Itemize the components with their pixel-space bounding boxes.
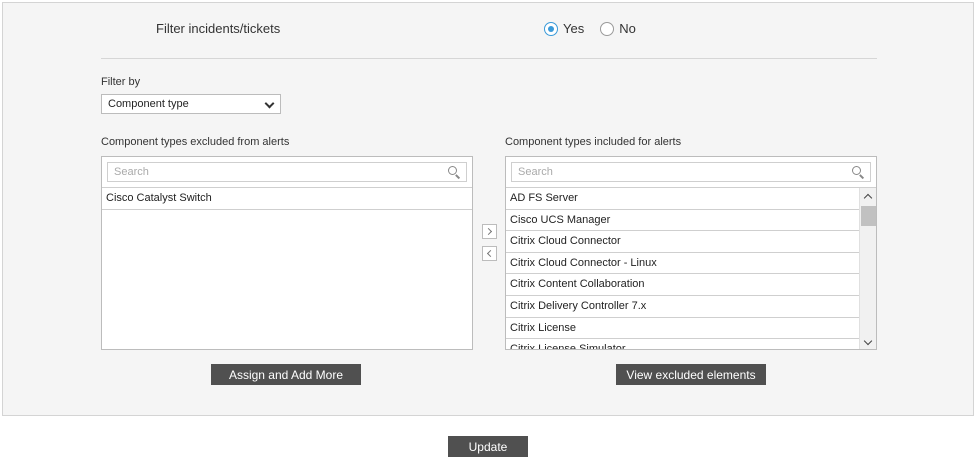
included-items: AD FS Server Cisco UCS Manager Citrix Cl…	[506, 188, 860, 349]
excluded-search-wrap	[102, 157, 472, 188]
filter-by-selected-value: Component type	[108, 98, 189, 110]
radio-yes-label[interactable]: Yes	[563, 21, 584, 36]
included-scrollbar[interactable]	[859, 188, 876, 349]
chevron-right-icon	[484, 227, 493, 236]
filter-by-select[interactable]: Component type	[101, 94, 281, 114]
radio-no-label[interactable]: No	[619, 21, 636, 36]
settings-panel: Filter incidents/tickets Yes No Filter b…	[2, 2, 974, 416]
list-item[interactable]: Citrix Cloud Connector - Linux	[506, 253, 860, 275]
included-list-label: Component types included for alerts	[505, 136, 682, 148]
list-item[interactable]: Citrix Content Collaboration	[506, 274, 860, 296]
filter-incidents-radio-group: Yes No	[544, 21, 652, 36]
scroll-up-icon[interactable]	[863, 193, 873, 203]
radio-no[interactable]: No	[600, 21, 636, 36]
scroll-down-icon[interactable]	[863, 336, 873, 346]
chevron-down-icon	[264, 98, 275, 109]
view-excluded-button[interactable]: View excluded elements	[616, 364, 766, 385]
list-item[interactable]: Citrix Delivery Controller 7.x	[506, 296, 860, 318]
search-icon[interactable]	[852, 166, 865, 179]
scroll-thumb[interactable]	[861, 206, 876, 226]
list-item[interactable]: Cisco Catalyst Switch	[102, 188, 472, 210]
list-item[interactable]: Cisco UCS Manager	[506, 210, 860, 232]
list-item[interactable]: Citrix License	[506, 318, 860, 340]
excluded-listbox: Cisco Catalyst Switch	[101, 156, 473, 350]
filter-incidents-label: Filter incidents/tickets	[156, 21, 281, 36]
excluded-search-input[interactable]	[107, 162, 467, 182]
list-item[interactable]: AD FS Server	[506, 188, 860, 210]
list-item[interactable]: Citrix Cloud Connector	[506, 231, 860, 253]
chevron-left-icon	[486, 249, 495, 258]
radio-yes-circle[interactable]	[544, 21, 558, 36]
included-listbox: AD FS Server Cisco UCS Manager Citrix Cl…	[505, 156, 877, 350]
filter-by-label: Filter by	[101, 76, 141, 88]
section-divider	[101, 58, 877, 59]
radio-yes[interactable]: Yes	[544, 21, 584, 36]
move-right-button[interactable]	[482, 224, 497, 239]
radio-no-circle[interactable]	[600, 21, 615, 36]
list-item[interactable]: Citrix License Simulator	[506, 339, 860, 349]
included-search-wrap	[506, 157, 876, 188]
search-icon[interactable]	[448, 166, 461, 179]
move-left-button[interactable]	[482, 246, 497, 261]
update-button[interactable]: Update	[448, 436, 528, 457]
included-search-input[interactable]	[511, 162, 871, 182]
excluded-list-label: Component types excluded from alerts	[101, 136, 290, 148]
assign-add-more-button[interactable]: Assign and Add More	[211, 364, 361, 385]
excluded-items: Cisco Catalyst Switch	[102, 188, 472, 210]
